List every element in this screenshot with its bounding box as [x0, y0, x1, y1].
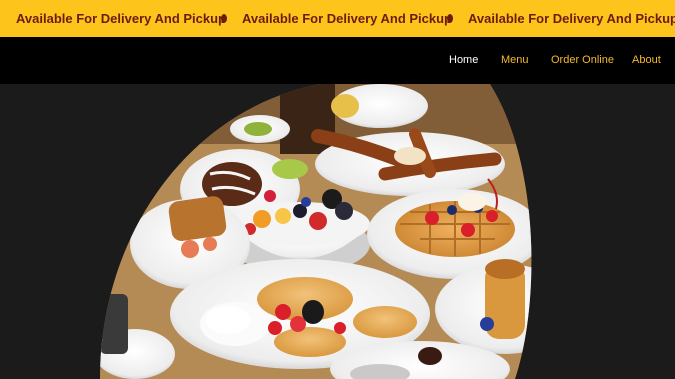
announcement-text: Available For Delivery And Pickup: [16, 11, 226, 26]
separator-dot-icon: [221, 14, 227, 23]
nav-home[interactable]: Home: [449, 37, 478, 84]
nav-order-online[interactable]: Order Online: [551, 37, 614, 84]
announcement-text: Available For Delivery And Pickup: [468, 11, 675, 26]
hero-section: [0, 84, 675, 379]
separator-dot-icon: [447, 14, 453, 23]
nav-menu[interactable]: Menu: [501, 37, 529, 84]
hero-food-image: [100, 84, 532, 379]
site-navigation: Home Menu Order Online About: [0, 37, 675, 84]
announcement-text: Available For Delivery And Pickup: [242, 11, 452, 26]
announcement-bar: Available For Delivery And Pickup Availa…: [0, 0, 675, 37]
nav-about[interactable]: About: [632, 37, 661, 84]
